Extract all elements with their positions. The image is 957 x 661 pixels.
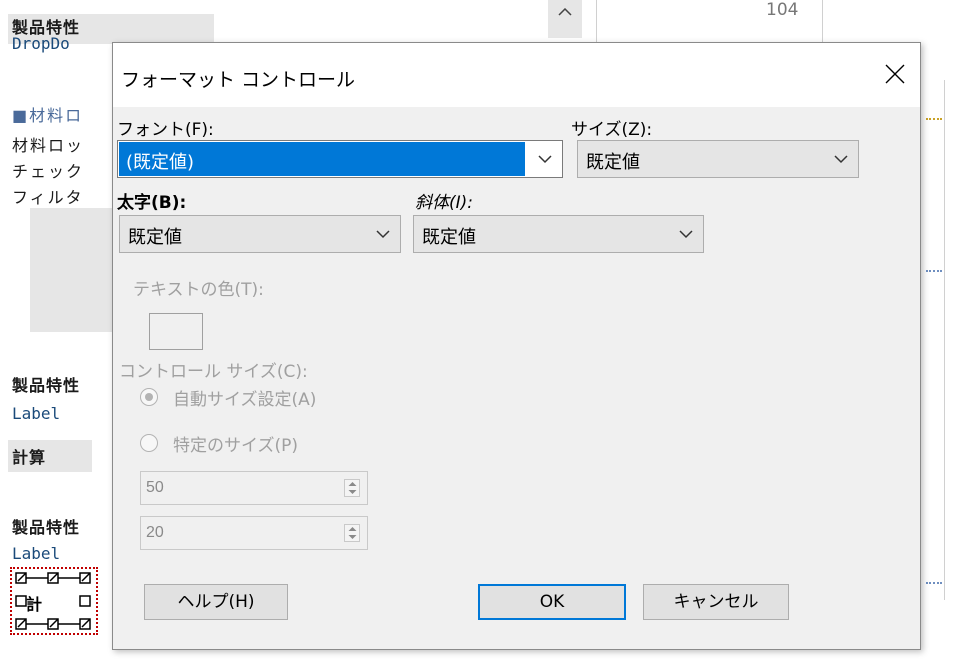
bg-gray-panel (30, 208, 120, 332)
format-control-dialog: フォーマット コントロール フォント(F): (既定値) サイズ(Z): 既定値… (112, 42, 921, 650)
height-spinner[interactable]: 20 (140, 516, 368, 550)
bg-dotted-2 (926, 270, 942, 272)
spin-arrows-icon (348, 527, 357, 539)
height-spin-buttons[interactable] (344, 524, 360, 542)
bg-mono-2: Label (12, 404, 61, 423)
chevron-down-icon (834, 155, 848, 164)
bg-line-2: チェック (12, 162, 85, 181)
spin-arrows-icon (348, 482, 357, 494)
ok-button[interactable]: OK (478, 584, 626, 620)
italic-label: 斜体(I): (415, 193, 474, 213)
font-value: (既定値) (126, 152, 195, 173)
bg-vline-2 (822, 0, 823, 42)
bg-section-label: ■材料ロ (12, 106, 84, 125)
italic-combo[interactable]: 既定値 (413, 215, 704, 253)
font-label: フォント(F): (117, 120, 214, 140)
width-value: 50 (146, 479, 164, 496)
chevron-down-icon (538, 155, 552, 164)
help-button[interactable]: ヘルプ(H) (144, 584, 288, 620)
specific-size-label: 特定のサイズ(P) (173, 436, 299, 456)
auto-size-label: 自動サイズ設定(A) (173, 390, 317, 410)
width-spin-buttons[interactable] (344, 479, 360, 497)
bg-label-2: 製品特性 (12, 376, 81, 395)
bold-combo[interactable]: 既定値 (119, 215, 401, 253)
dialog-title: フォーマット コントロール (121, 69, 356, 91)
dialog-titlebar[interactable]: フォーマット コントロール (113, 43, 920, 107)
bg-top-mono: DropDo (12, 34, 70, 53)
bg-dotted-3 (926, 582, 942, 584)
text-color-label: テキストの色(T): (133, 280, 264, 300)
bg-line-3: フィルタ (12, 188, 84, 207)
chevron-up-icon (558, 8, 572, 16)
bg-scroll-up[interactable] (548, 0, 582, 38)
size-label: サイズ(Z): (571, 120, 653, 140)
width-spinner[interactable]: 50 (140, 471, 368, 505)
chevron-down-icon (679, 230, 693, 239)
bold-label: 太字(B): (117, 193, 187, 213)
size-value: 既定値 (586, 152, 640, 173)
resize-handles-icon (15, 572, 91, 630)
close-icon (885, 64, 905, 84)
chevron-down-icon (376, 230, 390, 239)
cancel-button[interactable]: キャンセル (643, 584, 789, 620)
selected-control-text: 計 (26, 595, 43, 614)
control-size-label: コントロール サイズ(C): (119, 362, 308, 382)
auto-size-radio[interactable] (140, 388, 158, 406)
bg-label-3: 製品特性 (12, 518, 81, 537)
bg-mono-3: Label (12, 544, 61, 563)
bg-calc-label: 計算 (12, 448, 47, 467)
height-value: 20 (146, 524, 164, 541)
bg-dotted-1 (926, 118, 942, 120)
bg-vline-1 (596, 0, 597, 42)
close-button[interactable] (878, 57, 912, 91)
bg-line-1: 材料ロッ (12, 136, 85, 155)
size-combo[interactable]: 既定値 (577, 140, 859, 178)
font-combo[interactable]: (既定値) (117, 140, 563, 178)
specific-size-radio[interactable] (140, 434, 158, 452)
bg-vline-3 (944, 80, 945, 600)
italic-value: 既定値 (422, 227, 476, 248)
bg-ruler-value: 104 (766, 0, 799, 20)
bold-value: 既定値 (128, 227, 182, 248)
selected-control[interactable]: 計 (10, 567, 98, 635)
text-color-swatch[interactable] (149, 313, 203, 350)
radio-dot (145, 393, 153, 401)
